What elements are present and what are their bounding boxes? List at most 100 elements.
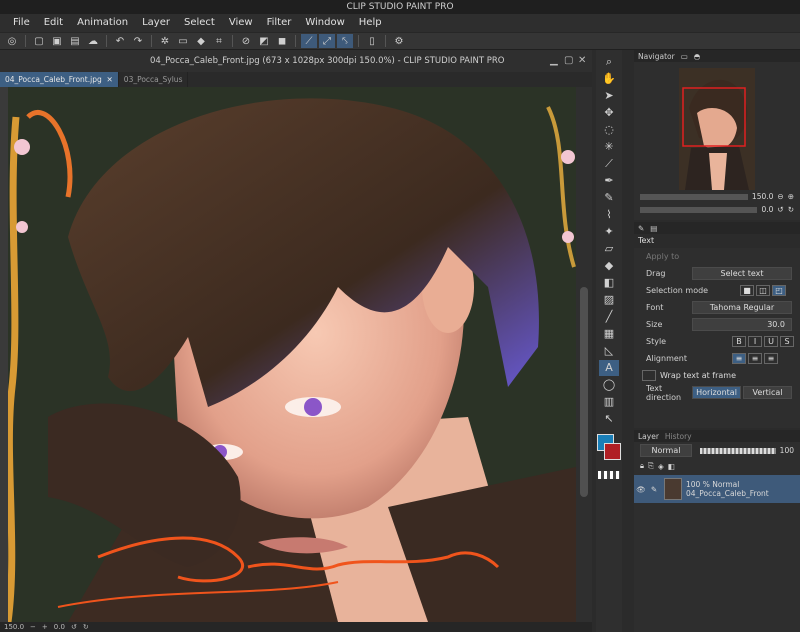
font-select[interactable]: Tahoma Regular bbox=[692, 301, 792, 314]
align-right-icon[interactable]: ≡ bbox=[764, 353, 778, 364]
new-file-icon[interactable]: ▢ bbox=[31, 34, 47, 48]
navigator-angle-value[interactable]: 0.0 bbox=[761, 205, 773, 214]
lasso-tool-icon[interactable]: ◌ bbox=[599, 122, 619, 138]
navigator-zoom-value[interactable]: 150.0 bbox=[752, 192, 773, 201]
drawing-canvas[interactable] bbox=[8, 87, 576, 622]
redo-icon[interactable]: ↷ bbox=[130, 34, 146, 48]
rotate-left-icon[interactable]: ↺ bbox=[777, 205, 783, 214]
restore-icon[interactable]: ▢ bbox=[564, 55, 573, 66]
size-input[interactable]: 30.0 bbox=[692, 318, 792, 331]
select-tool-icon[interactable]: ↖ bbox=[599, 411, 619, 427]
rotation-value[interactable]: 0.0 bbox=[54, 622, 65, 632]
gradient-tool-icon[interactable]: ▨ bbox=[599, 292, 619, 308]
rotate-right-icon[interactable]: ↻ bbox=[788, 205, 794, 214]
ruler-tool-icon[interactable]: ◺ bbox=[599, 343, 619, 359]
transform-icon[interactable]: ⌗ bbox=[211, 34, 227, 48]
sub-color-swatch[interactable] bbox=[604, 443, 621, 460]
strikethrough-button[interactable]: S bbox=[780, 336, 794, 347]
direction-horizontal[interactable]: Horizontal bbox=[692, 386, 741, 399]
correct-line-tool-icon[interactable]: ▥ bbox=[599, 394, 619, 410]
history-tab[interactable]: History bbox=[665, 432, 692, 441]
tool-property-tab-icon[interactable]: ✎ bbox=[638, 224, 644, 233]
fill-tool-icon[interactable]: ◧ bbox=[599, 275, 619, 291]
mask-icon[interactable]: ◧ bbox=[668, 462, 675, 471]
transparent-color-swatch[interactable] bbox=[598, 471, 620, 479]
eyedropper-tool-icon[interactable]: ⟋ bbox=[599, 156, 619, 172]
italic-button[interactable]: I bbox=[748, 336, 762, 347]
align-left-icon[interactable]: ≡ bbox=[732, 353, 746, 364]
close-icon[interactable]: ✕ bbox=[578, 55, 586, 66]
rotate-left-icon[interactable]: ↺ bbox=[71, 622, 77, 632]
clip-studio-icon[interactable]: ◎ bbox=[4, 34, 20, 48]
navigator-tab[interactable]: Navigator bbox=[638, 52, 675, 61]
menu-layer[interactable]: Layer bbox=[135, 14, 177, 32]
pencil-tool-icon[interactable]: ✎ bbox=[599, 190, 619, 206]
menu-file[interactable]: File bbox=[6, 14, 37, 32]
undo-icon[interactable]: ↶ bbox=[112, 34, 128, 48]
frame-border-tool-icon[interactable]: ▦ bbox=[599, 326, 619, 342]
navigator-thumbnail[interactable] bbox=[679, 68, 755, 190]
menu-filter[interactable]: Filter bbox=[260, 14, 299, 32]
menu-window[interactable]: Window bbox=[298, 14, 351, 32]
operation-tool-icon[interactable]: ➤ bbox=[599, 88, 619, 104]
menu-select[interactable]: Select bbox=[177, 14, 222, 32]
snap-ruler-icon[interactable]: ⟋ bbox=[301, 34, 317, 48]
pen-tool-icon[interactable]: ✒ bbox=[599, 173, 619, 189]
underline-button[interactable]: U bbox=[764, 336, 778, 347]
direction-vertical[interactable]: Vertical bbox=[743, 386, 792, 399]
figure-tool-icon[interactable]: ╱ bbox=[599, 309, 619, 325]
open-file-icon[interactable]: ▣ bbox=[49, 34, 65, 48]
selection-sub-icon[interactable]: ◰ bbox=[772, 285, 786, 296]
sub-tool-tab-icon[interactable]: ▤ bbox=[650, 224, 657, 233]
tab-sylus[interactable]: 03_Pocca_Sylus bbox=[119, 72, 189, 87]
visibility-icon[interactable]: 👁︎ bbox=[634, 485, 648, 494]
zoom-in-icon[interactable]: + bbox=[42, 622, 48, 632]
airbrush-tool-icon[interactable]: ✦ bbox=[599, 224, 619, 240]
edit-icon[interactable]: ✎ bbox=[648, 485, 660, 494]
clear-icon[interactable]: ▭ bbox=[175, 34, 191, 48]
rotate-right-icon[interactable]: ↻ bbox=[83, 622, 89, 632]
selection-new-icon[interactable]: ■ bbox=[740, 285, 754, 296]
opacity-value[interactable]: 100 bbox=[780, 446, 794, 455]
zoom-out-icon[interactable]: − bbox=[30, 622, 36, 632]
settings-icon[interactable]: ⚙ bbox=[391, 34, 407, 48]
layer-tab[interactable]: Layer bbox=[638, 432, 659, 441]
align-center-icon[interactable]: ≡ bbox=[748, 353, 762, 364]
layer-property-tab-icon[interactable]: ▭ bbox=[681, 52, 688, 61]
close-tab-icon[interactable]: ✕ bbox=[104, 75, 113, 84]
minimize-icon[interactable]: ▁ bbox=[550, 55, 558, 66]
vertical-scrollbar[interactable] bbox=[576, 87, 592, 622]
zoom-out-icon[interactable]: ⊖ bbox=[777, 192, 783, 201]
zoom-in-icon[interactable]: ⊕ bbox=[788, 192, 794, 201]
zoom-value[interactable]: 150.0 bbox=[4, 622, 24, 632]
snap-special-ruler-icon[interactable]: ⤢ bbox=[319, 34, 335, 48]
blend-tool-icon[interactable]: ◆ bbox=[599, 258, 619, 274]
save-icon[interactable]: ▤ bbox=[67, 34, 83, 48]
reference-icon[interactable]: ◈ bbox=[658, 462, 664, 471]
color-indicator[interactable] bbox=[597, 434, 621, 468]
move-layer-tool-icon[interactable]: ✥ bbox=[599, 105, 619, 121]
scroll-thumb[interactable] bbox=[580, 287, 588, 497]
menu-edit[interactable]: Edit bbox=[37, 14, 70, 32]
balloon-tool-icon[interactable]: ◯ bbox=[599, 377, 619, 393]
brush-tool-icon[interactable]: ⌇ bbox=[599, 207, 619, 223]
opacity-slider[interactable] bbox=[700, 447, 776, 454]
fill-icon[interactable]: ◆ bbox=[193, 34, 209, 48]
text-tool-icon[interactable]: A bbox=[599, 360, 619, 376]
layer-item[interactable]: 👁︎ ✎ 100 % Normal 04_Pocca_Caleb_Front bbox=[634, 475, 800, 503]
zoom-slider[interactable] bbox=[640, 193, 748, 200]
sub-view-tab-icon[interactable]: ◓ bbox=[694, 52, 701, 61]
invert-icon[interactable]: ◩ bbox=[256, 34, 272, 48]
tab-caleb-front[interactable]: 04_Pocca_Caleb_Front.jpg ✕ bbox=[0, 72, 119, 87]
wrap-checkbox[interactable] bbox=[642, 370, 656, 381]
menu-help[interactable]: Help bbox=[352, 14, 389, 32]
selection-icon[interactable]: ◼ bbox=[274, 34, 290, 48]
eraser-tool-icon[interactable]: ▱ bbox=[599, 241, 619, 257]
auto-select-tool-icon[interactable]: ✳ bbox=[599, 139, 619, 155]
loading-icon[interactable]: ✲ bbox=[157, 34, 173, 48]
snap-grid-icon[interactable]: ⤣ bbox=[337, 34, 353, 48]
bold-button[interactable]: B bbox=[732, 336, 746, 347]
rotate-slider[interactable] bbox=[640, 206, 758, 213]
drag-select[interactable]: Select text bbox=[692, 267, 792, 280]
cloud-icon[interactable]: ☁ bbox=[85, 34, 101, 48]
